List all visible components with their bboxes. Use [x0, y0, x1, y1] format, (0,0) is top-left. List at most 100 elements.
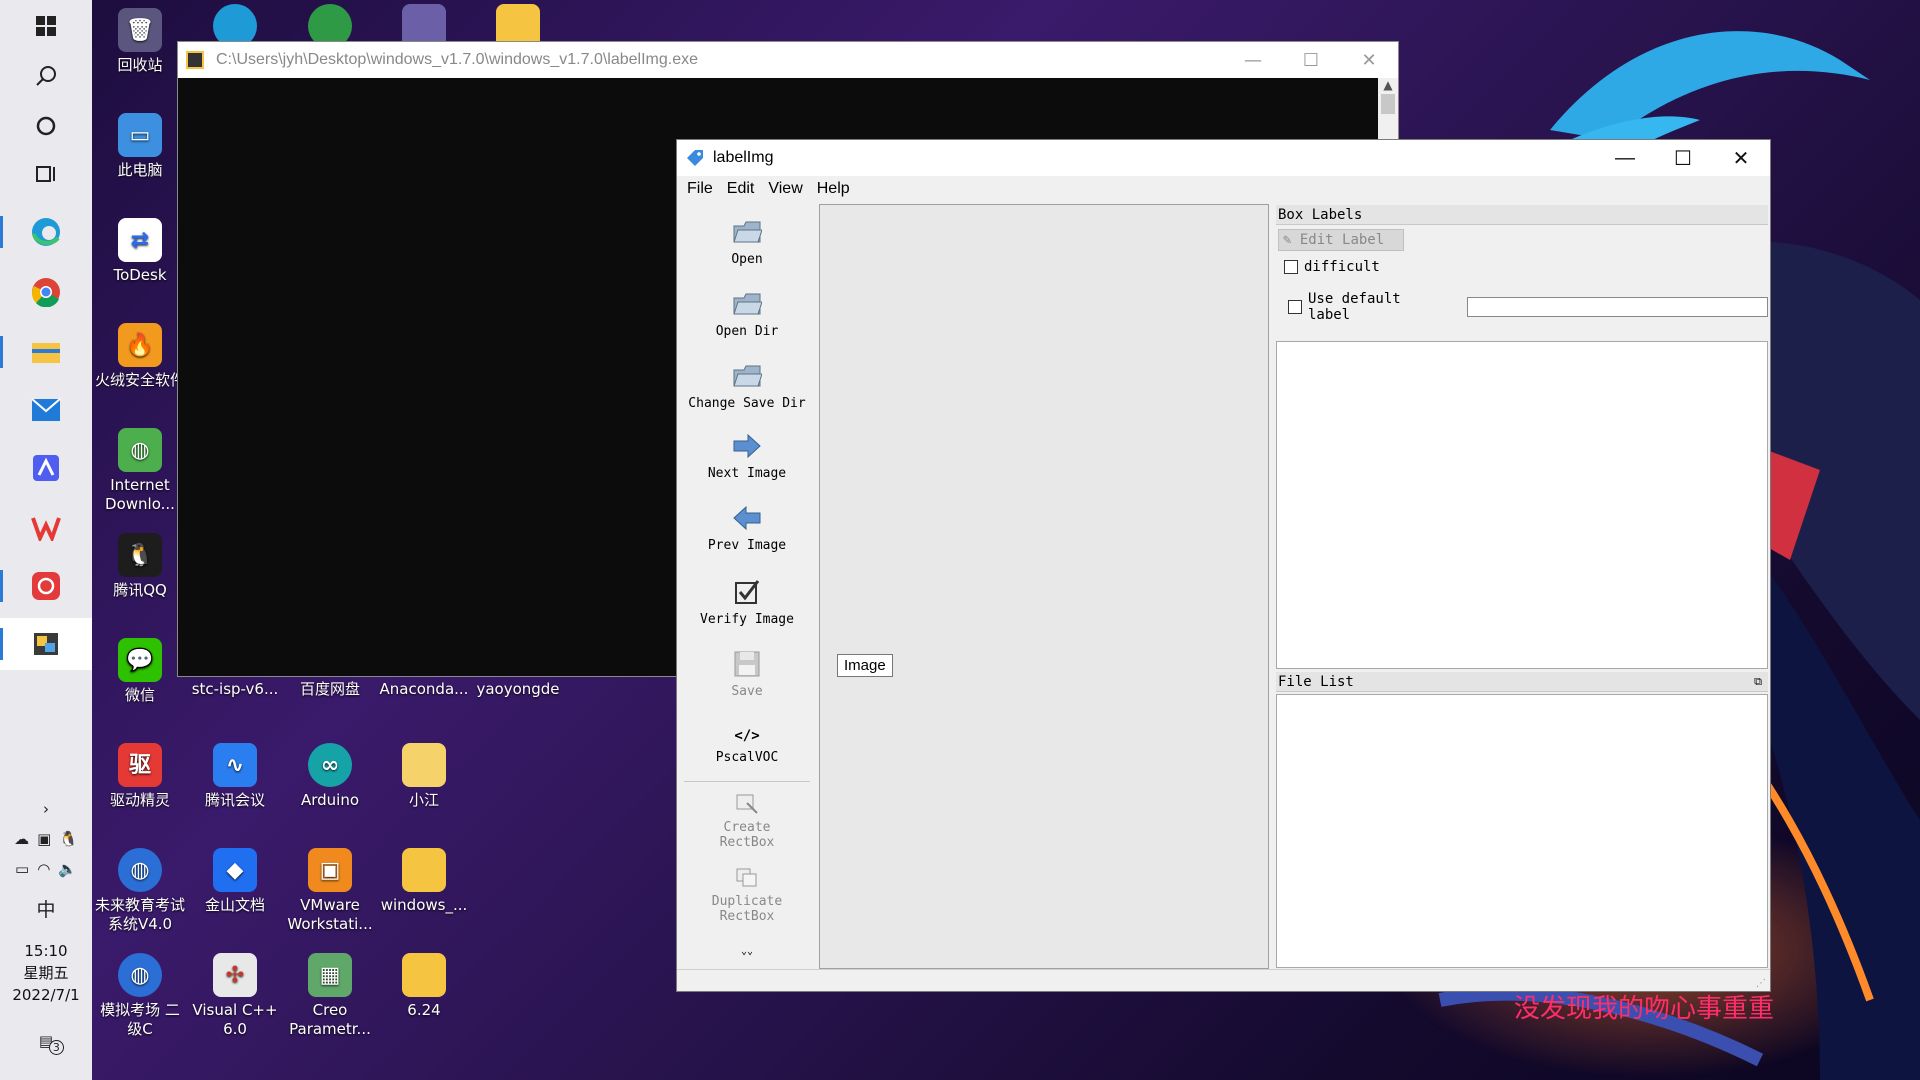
desktop-icon-tencent-meeting[interactable]: ∿ 腾讯会议	[189, 743, 281, 810]
menu-view[interactable]: View	[764, 180, 806, 198]
notification-center-button[interactable]: ▤ 3	[0, 1032, 92, 1055]
arrow-right-icon	[731, 430, 763, 462]
desktop-icon-vcpp[interactable]: ✣ Visual C++ 6.0	[189, 953, 281, 1039]
desktop-icon-label: windows_...	[380, 896, 468, 914]
taskbar-visual-studio[interactable]	[0, 442, 92, 494]
open-button[interactable]: Open	[680, 216, 814, 267]
console-title: C:\Users\jyh\Desktop\windows_v1.7.0\wind…	[216, 51, 699, 68]
desktop-icon-wechat[interactable]: 💬 微信	[94, 638, 186, 705]
taskbar-netease-music[interactable]	[0, 560, 92, 612]
labelimg-titlebar[interactable]: labelImg — ☐ ✕	[677, 140, 1770, 176]
desktop-icon-idm[interactable]: ◍ Internet Downlo...	[94, 428, 186, 514]
desktop-icon-windows-folder[interactable]: windows_...	[378, 848, 470, 915]
desktop-icon-xiaojiang[interactable]: 小江	[378, 743, 470, 810]
desktop-icon-label: 未来教育考试系统V4.0	[94, 896, 185, 933]
clock[interactable]: 15:10 星期五 2022/7/1	[0, 940, 92, 1006]
use-default-label-checkbox[interactable]	[1288, 300, 1302, 314]
scroll-up-icon[interactable]: ▲	[1378, 78, 1398, 92]
menu-help[interactable]: Help	[813, 180, 854, 198]
taskbar-wps[interactable]	[0, 502, 92, 554]
taskbar-explorer[interactable]	[0, 326, 92, 378]
desktop-icon-baidu-pan[interactable]: 百度网盘	[284, 680, 376, 699]
taskbar-chrome[interactable]	[0, 266, 92, 318]
battery-icon[interactable]: ▭	[15, 860, 29, 878]
wallpaper-caption: 没发现我的吻心事重重	[1514, 994, 1775, 1024]
taskbar-edge[interactable]	[0, 206, 92, 258]
label-list[interactable]	[1276, 341, 1768, 669]
desktop-icon-creo[interactable]: ▦ Creo Parametr...	[284, 953, 376, 1039]
close-icon[interactable]: ✕	[1340, 50, 1398, 71]
desktop-icon-folder-624[interactable]: 6.24	[378, 953, 470, 1020]
edit-label-button[interactable]: ✎ Edit Label	[1278, 229, 1404, 251]
wifi-icon[interactable]: ◠	[37, 860, 50, 878]
taskbar-labelimg[interactable]	[0, 618, 92, 670]
verify-image-button[interactable]: Verify Image	[680, 576, 814, 627]
desktop-icon-this-pc[interactable]: ▭ 此电脑	[94, 113, 186, 180]
menu-edit[interactable]: Edit	[723, 180, 759, 198]
desktop-icon-label: Creo Parametr...	[289, 1001, 371, 1038]
desktop-icon-huorong[interactable]: 🔥 火绒安全软件	[94, 323, 186, 390]
taskbar-mail[interactable]	[0, 384, 92, 436]
desktop-icon-stc-isp[interactable]: stc-isp-v6...	[189, 680, 281, 699]
ime-indicator[interactable]: 中	[0, 895, 92, 922]
console-titlebar[interactable]: C:\Users\jyh\Desktop\windows_v1.7.0\wind…	[178, 42, 1398, 78]
change-save-dir-button[interactable]: Change Save Dir	[680, 360, 814, 411]
maximize-icon[interactable]: ☐	[1282, 50, 1340, 71]
duplicate-rectbox-button[interactable]: Duplicate RectBox	[680, 866, 814, 924]
arrow-left-icon	[731, 502, 763, 534]
folder-icon	[402, 743, 446, 787]
difficult-checkbox[interactable]	[1284, 260, 1298, 274]
volume-icon[interactable]: 🔈	[58, 860, 77, 878]
prev-image-button[interactable]: Prev Image	[680, 502, 814, 553]
desktop-icon-arduino[interactable]: ∞ Arduino	[284, 743, 376, 810]
desktop-icon-qudong[interactable]: 驱 驱动精灵	[94, 743, 186, 810]
difficult-row: difficult	[1276, 259, 1768, 275]
cortana-button[interactable]	[0, 100, 92, 152]
vcpp-icon: ✣	[213, 953, 257, 997]
desktop-icon-todesk[interactable]: ⇄ ToDesk	[94, 218, 186, 285]
desktop-icon-exam-sys[interactable]: ◍ 未来教育考试系统V4.0	[94, 848, 186, 934]
desktop-icon-recycle-bin[interactable]: 🗑 回收站	[94, 8, 186, 75]
labelimg-app-icon	[34, 633, 58, 655]
tool-label: Prev Image	[707, 538, 787, 553]
minimize-icon[interactable]: —	[1596, 147, 1654, 170]
menu-file[interactable]: File	[683, 180, 717, 198]
next-image-button[interactable]: Next Image	[680, 430, 814, 481]
scroll-thumb[interactable]	[1381, 94, 1395, 114]
desktop-icon-vmware[interactable]: ▣ VMware Workstati...	[284, 848, 376, 934]
maximize-icon[interactable]: ☐	[1654, 146, 1712, 171]
start-button[interactable]	[0, 0, 92, 52]
undock-icon[interactable]: ⧉	[1754, 672, 1762, 692]
clock-date: 2022/7/1	[12, 986, 80, 1004]
running-indicator	[0, 570, 3, 602]
desktop-icon-yaoyongde[interactable]: yaoyongde	[472, 680, 564, 699]
open-dir-button[interactable]: Open Dir	[680, 288, 814, 339]
file-list[interactable]	[1276, 694, 1768, 968]
desktop-icon-qq[interactable]: 🐧 腾讯QQ	[94, 533, 186, 600]
qq-icon: 🐧	[118, 533, 162, 577]
desktop-icon-wps-doc[interactable]: ◆ 金山文档	[189, 848, 281, 915]
save-button[interactable]: Save	[680, 648, 814, 699]
close-icon[interactable]: ✕	[1712, 146, 1770, 171]
toolbar-more-button[interactable]: ⌄⌄	[680, 946, 814, 957]
qq-tray-icon[interactable]: 🐧	[59, 830, 78, 848]
image-canvas[interactable]	[819, 204, 1269, 969]
default-label-input[interactable]	[1466, 297, 1768, 317]
desktop-icon-label: 火绒安全软件	[94, 371, 185, 389]
cloud-icon[interactable]: ☁	[14, 830, 29, 848]
network-device-icon[interactable]: ▣	[37, 830, 51, 848]
create-rectbox-button[interactable]: Create RectBox	[680, 792, 814, 850]
task-view-button[interactable]	[0, 148, 92, 200]
search-button[interactable]	[0, 50, 92, 102]
desktop-icon-sim-exam[interactable]: ◍ 模拟考场 二级C	[94, 953, 186, 1039]
show-hidden-icons[interactable]: ›	[0, 800, 92, 818]
code-tag-icon: </>	[734, 728, 760, 744]
minimize-icon[interactable]: —	[1224, 50, 1282, 71]
desktop-icon-label: 6.24	[407, 1001, 441, 1019]
create-rect-icon	[731, 792, 763, 816]
labelimg-window[interactable]: labelImg — ☐ ✕ File Edit View Help Open …	[676, 139, 1771, 992]
desktop-icon-anaconda[interactable]: Anaconda...	[378, 680, 470, 699]
format-pascalvoc-button[interactable]: </> PscalVOC	[680, 726, 814, 765]
search-icon	[36, 66, 56, 86]
file-list-dock: File List ⧉	[1276, 672, 1768, 970]
